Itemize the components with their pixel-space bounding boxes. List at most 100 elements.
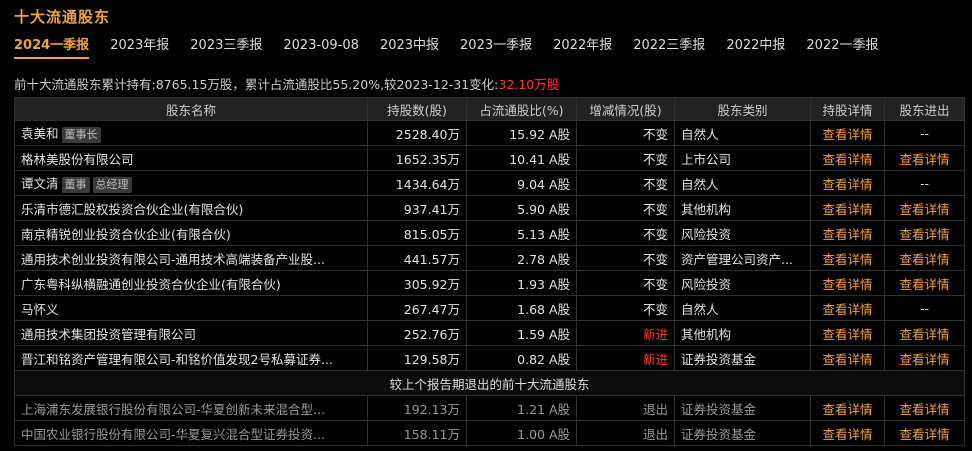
holding-detail-link[interactable]: 查看详情 xyxy=(822,127,872,142)
table-row: 乐清市德汇股权投资合伙企业(有限合伙) 937.41万 5.90 A股 不变 其他机构查… xyxy=(14,195,965,221)
inout-detail-link[interactable]: 查看详情 xyxy=(899,152,949,167)
holder-type-cell: 证券投资基金 xyxy=(674,345,811,371)
shares-cell: 305.92万 xyxy=(367,270,467,296)
ratio-cell: 5.90 A股 xyxy=(466,195,577,221)
holder-name-cell: 广东粤科纵横融通创业投资合伙企业(有限合伙) xyxy=(14,270,368,296)
tab-4[interactable]: 2023中报 xyxy=(380,37,439,57)
holder-name-cell: 中国农业银行股份有限公司-华夏复兴混合型证券投资... xyxy=(14,420,368,446)
holder-name: 晋江和铭资产管理有限公司-和铭价值发现2号私募证券... xyxy=(21,351,333,367)
holder-type-cell: 自然人 xyxy=(674,295,811,321)
tab-7[interactable]: 2022三季报 xyxy=(633,37,705,57)
holding-detail-link[interactable]: 查看详情 xyxy=(822,402,872,417)
table-row: 马怀义 267.47万 1.68 A股 不变 自然人 查看详情 -- xyxy=(14,295,965,321)
holding-detail-cell: 查看详情 xyxy=(810,295,885,321)
inout-detail-link[interactable]: 查看详情 xyxy=(899,227,949,242)
holding-detail-cell: 查看详情 xyxy=(810,395,885,421)
holding-detail-cell: 查看详情 xyxy=(810,220,885,246)
holding-detail-cell: 查看详情 xyxy=(810,420,885,446)
tab-3[interactable]: 2023-09-08 xyxy=(283,37,359,57)
tab-1[interactable]: 2023年报 xyxy=(110,37,169,57)
holder-name-cell: 通用技术集团投资管理有限公司 xyxy=(14,320,368,346)
tab-2[interactable]: 2023三季报 xyxy=(190,37,262,57)
holder-type-cell: 其他机构 xyxy=(674,195,811,221)
inout-detail-link[interactable]: 查看详情 xyxy=(899,352,949,367)
tab-6[interactable]: 2022年报 xyxy=(553,37,612,57)
shares-cell: 267.47万 xyxy=(367,295,467,321)
holder-name: 马怀义 xyxy=(21,301,59,317)
holding-detail-cell: 查看详情 xyxy=(810,145,885,171)
table-row: 通用技术创业投资有限公司-通用技术高端装备产业股... 441.57万 2.78 A… xyxy=(14,245,965,271)
inout-detail-cell: -- xyxy=(884,120,965,146)
table-row: 南京精锐创业投资合伙企业(有限合伙) 815.05万 5.13 A股 不变 风险投资 查看… xyxy=(14,220,965,246)
holding-detail-link[interactable]: 查看详情 xyxy=(822,302,872,317)
holder-name-cell: 通用技术创业投资有限公司-通用技术高端装备产业股... xyxy=(14,245,368,271)
holding-detail-link[interactable]: 查看详情 xyxy=(822,352,872,367)
holder-name: 袁美和 xyxy=(21,126,59,141)
change-cell: 不变 xyxy=(576,245,675,271)
holding-detail-link[interactable]: 查看详情 xyxy=(822,277,872,292)
column-header: 股东名称 xyxy=(14,97,368,121)
holding-detail-link[interactable]: 查看详情 xyxy=(822,177,872,192)
inout-detail-link[interactable]: 查看详情 xyxy=(899,202,949,217)
ratio-cell: 1.59 A股 xyxy=(466,320,577,346)
summary-text: 前十大流通股东累计持有:8765.15万股，累计占流通股比55.20%,较202… xyxy=(14,77,499,92)
table-header-row: 股东名称 持股数(股) 占流通股比(%) 增减情况(股) 股东类别 持股详情 股东进出 xyxy=(14,97,965,121)
holder-type-cell: 自然人 xyxy=(674,120,811,146)
column-header: 股东类别 xyxy=(674,97,811,121)
inout-detail-cell: 查看详情 xyxy=(884,320,965,346)
holder-name: 通用技术创业投资有限公司-通用技术高端装备产业股... xyxy=(21,251,325,267)
holder-name: 乐清市德汇股权投资合伙企业(有限合伙) xyxy=(21,201,244,217)
inout-detail-link[interactable]: 查看详情 xyxy=(899,252,949,267)
holding-detail-link[interactable]: 查看详情 xyxy=(822,202,872,217)
holder-type-cell: 证券投资基金 xyxy=(674,395,811,421)
table-row: 格林美股份有限公司 1652.35万 10.41 A股 不变 上市公司 查看详情 查看详情 xyxy=(14,145,965,171)
holder-type-cell: 风险投资 xyxy=(674,270,811,296)
shares-cell: 1434.64万 xyxy=(367,170,467,196)
change-cell: 不变 xyxy=(576,120,675,146)
column-header: 持股数(股) xyxy=(367,97,467,121)
tab-5[interactable]: 2023一季报 xyxy=(460,37,532,57)
holder-type-cell: 风险投资 xyxy=(674,220,811,246)
inout-detail-cell: 查看详情 xyxy=(884,420,965,446)
change-cell: 不变 xyxy=(576,195,675,221)
inout-detail-link[interactable]: 查看详情 xyxy=(899,327,949,342)
table-row: 通用技术集团投资管理有限公司 252.76万 1.59 A股 新进 其他机构 查看详情 查看… xyxy=(14,320,965,346)
ratio-cell: 1.68 A股 xyxy=(466,295,577,321)
holding-detail-link[interactable]: 查看详情 xyxy=(822,152,872,167)
holding-detail-link[interactable]: 查看详情 xyxy=(822,327,872,342)
holding-detail-link[interactable]: 查看详情 xyxy=(822,427,872,442)
inout-detail-cell: 查看详情 xyxy=(884,195,965,221)
holding-detail-cell: 查看详情 xyxy=(810,245,885,271)
holding-detail-cell: 查看详情 xyxy=(810,120,885,146)
holder-name-cell: 格林美股份有限公司 xyxy=(14,145,368,171)
inout-detail-link[interactable]: 查看详情 xyxy=(899,277,949,292)
shareholders-table: 股东名称 持股数(股) 占流通股比(%) 增减情况(股) 股东类别 持股详情 股东进出 袁美… xyxy=(14,97,965,446)
inout-detail-cell: 查看详情 xyxy=(884,395,965,421)
holder-name-cell: 乐清市德汇股权投资合伙企业(有限合伙) xyxy=(14,195,368,221)
holding-detail-link[interactable]: 查看详情 xyxy=(822,227,872,242)
tab-0[interactable]: 2024一季报 xyxy=(14,37,90,59)
role-badge: 总经理 xyxy=(92,177,132,193)
holder-type-cell: 证券投资基金 xyxy=(674,420,811,446)
inout-detail-link[interactable]: 查看详情 xyxy=(899,427,949,442)
holder-name: 南京精锐创业投资合伙企业(有限合伙) xyxy=(21,226,231,242)
holding-detail-cell: 查看详情 xyxy=(810,170,885,196)
table-row: 晋江和铭资产管理有限公司-和铭价值发现2号私募证券... 129.58万 0.82 … xyxy=(14,345,965,371)
ratio-cell: 0.82 A股 xyxy=(466,345,577,371)
tab-9[interactable]: 2022一季报 xyxy=(806,37,878,57)
inout-detail-link[interactable]: 查看详情 xyxy=(899,402,949,417)
table-row: 袁美和 董事长 2528.40万 15.92 A股 不变 自然人 查看详情 -- xyxy=(14,120,965,146)
holding-detail-cell: 查看详情 xyxy=(810,270,885,296)
change-cell: 新进 xyxy=(576,345,675,371)
inout-detail-cell: 查看详情 xyxy=(884,270,965,296)
shares-cell: 937.41万 xyxy=(367,195,467,221)
shares-cell: 192.13万 xyxy=(367,395,467,421)
holding-detail-link[interactable]: 查看详情 xyxy=(822,252,872,267)
shares-cell: 441.57万 xyxy=(367,245,467,271)
table-row: 谭文清 董事 总经理 1434.64万 9.04 A股 不变 自然人 查看详情 -- xyxy=(14,170,965,196)
tab-8[interactable]: 2022中报 xyxy=(726,37,785,57)
shares-cell: 1652.35万 xyxy=(367,145,467,171)
holder-name-cell: 谭文清 董事 总经理 xyxy=(14,170,368,196)
exited-row: 中国农业银行股份有限公司-华夏复兴混合型证券投资... 158.11万 1.00 A… xyxy=(14,420,965,446)
holder-name-cell: 马怀义 xyxy=(14,295,368,321)
